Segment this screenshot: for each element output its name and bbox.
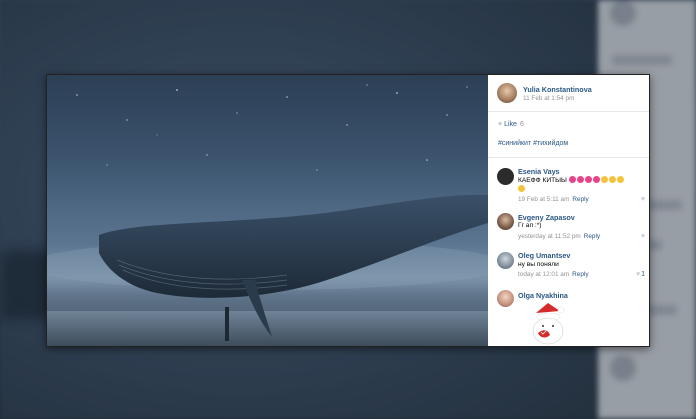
- comment-meta: 19 Feb at 5:11 am Reply: [518, 196, 589, 203]
- commenter-avatar[interactable]: [497, 252, 514, 269]
- heart-icon[interactable]: ♥: [641, 196, 645, 203]
- comment-text-line2: [518, 185, 526, 193]
- reply-button[interactable]: Reply: [584, 233, 600, 240]
- comment-meta: yesterday at 11:52 pm Reply: [518, 233, 600, 240]
- comment-text: ну вы поняли: [518, 261, 559, 268]
- post-header: Yulia Konstantinova 11 Feb at 1:54 pm: [488, 75, 649, 112]
- laughing-emoji-icon: [518, 185, 525, 192]
- comment-text: КАЕФФ КИТЫЫ: [518, 176, 625, 184]
- heart-eyes-emoji-icon: [576, 176, 584, 183]
- comment-author[interactable]: Oleg Umantsev: [518, 251, 570, 260]
- heart-icon: ♥: [635, 271, 641, 278]
- post-card: Yulia Konstantinova 11 Feb at 1:54 pm ♥ …: [46, 74, 650, 347]
- post-photo[interactable]: [47, 75, 488, 346]
- commenter-avatar[interactable]: [497, 290, 514, 307]
- post-hashtags[interactable]: #синийкит #тихийдом: [498, 140, 568, 147]
- comments-panel: Yulia Konstantinova 11 Feb at 1:54 pm ♥ …: [488, 75, 649, 346]
- comment-meta: today at 12:01 am Reply: [518, 271, 589, 278]
- comment-text-content: КАЕФФ КИТЫЫ: [518, 177, 567, 184]
- comment-text: Гг ап :*): [518, 222, 542, 229]
- stars: [76, 84, 468, 171]
- divider: [488, 157, 649, 158]
- comment-author[interactable]: Esenia Vays: [518, 167, 560, 176]
- author-name[interactable]: Yulia Konstantinova: [523, 85, 592, 94]
- comment-time[interactable]: 19 Feb at 5:11 am: [518, 196, 569, 203]
- heart-eyes-emoji-icon: [568, 176, 576, 183]
- laughing-emoji-icon: [616, 176, 624, 183]
- heart-icon: ♥: [498, 121, 503, 128]
- comment-time[interactable]: today at 12:01 am: [518, 271, 569, 278]
- comment-author[interactable]: Olga Nyakhina: [518, 291, 568, 300]
- heart-eyes-emoji-icon: [584, 176, 592, 183]
- comment-time[interactable]: yesterday at 11:52 pm: [518, 233, 581, 240]
- like-button[interactable]: ♥ Like 6: [498, 121, 524, 128]
- author-avatar[interactable]: [497, 83, 517, 103]
- comment-like[interactable]: ♥1: [636, 271, 645, 278]
- heart-icon[interactable]: ♥: [641, 233, 645, 240]
- comment-author[interactable]: Evgeny Zapasov: [518, 213, 575, 222]
- heart-eyes-emoji-icon: [592, 176, 600, 183]
- comment-like-count: 1: [641, 271, 645, 278]
- commenter-avatar[interactable]: [497, 213, 514, 230]
- santa-bear-sticker: [532, 303, 565, 345]
- whale-illustration: [47, 84, 488, 346]
- commenter-avatar[interactable]: [497, 168, 514, 185]
- reply-button[interactable]: Reply: [572, 271, 588, 278]
- reply-button[interactable]: Reply: [572, 196, 588, 203]
- like-count: 6: [519, 121, 524, 128]
- laughing-emoji-icon: [608, 176, 616, 183]
- like-label: Like: [504, 121, 517, 128]
- laughing-emoji-icon: [600, 176, 608, 183]
- post-date[interactable]: 11 Feb at 1:54 pm: [523, 95, 574, 102]
